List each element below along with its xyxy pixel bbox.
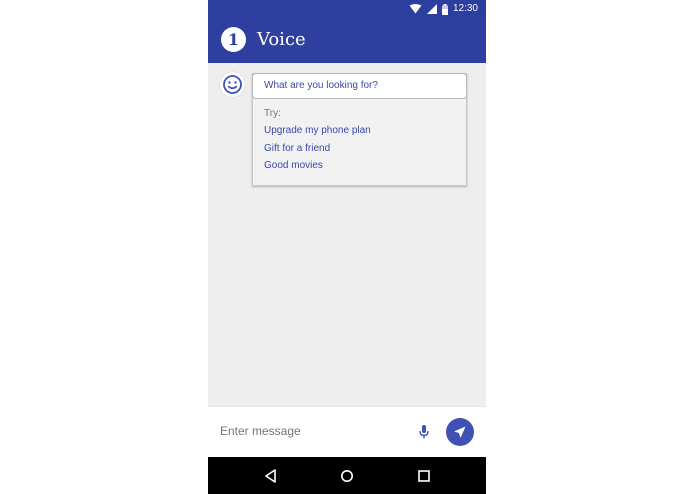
navigation-bar <box>208 457 486 494</box>
back-icon[interactable] <box>263 468 279 484</box>
app-badge: 1 <box>221 27 246 52</box>
suggestion-good-movies[interactable]: Good movies <box>264 160 323 172</box>
app-bar: 1 Voice <box>208 18 486 63</box>
signal-icon <box>426 4 437 14</box>
message-input[interactable] <box>220 424 400 438</box>
status-bar: 12:30 <box>208 0 486 18</box>
send-button[interactable] <box>446 418 474 446</box>
battery-icon <box>441 3 448 15</box>
suggestion-gift-for-friend[interactable]: Gift for a friend <box>264 143 330 155</box>
suggestion-card: What are you looking for? Try: Upgrade m… <box>252 73 467 186</box>
prompt-text: What are you looking for? <box>264 80 378 91</box>
wifi-icon <box>409 4 422 14</box>
suggestion-upgrade-phone-plan[interactable]: Upgrade my phone plan <box>264 125 371 137</box>
home-icon[interactable] <box>339 468 355 484</box>
message-composer <box>208 406 486 458</box>
microphone-icon[interactable] <box>416 423 432 441</box>
status-icons: 12:30 <box>409 3 478 15</box>
send-icon <box>454 426 466 438</box>
smiley-icon <box>220 72 245 97</box>
status-time: 12:30 <box>452 3 478 14</box>
app-title: Voice <box>257 29 306 50</box>
prompt-bubble: What are you looking for? <box>252 73 467 99</box>
recents-icon[interactable] <box>416 468 432 484</box>
phone-screen: 12:30 1 Voice What are you looking for? … <box>208 0 486 494</box>
try-label: Try: <box>264 108 281 119</box>
